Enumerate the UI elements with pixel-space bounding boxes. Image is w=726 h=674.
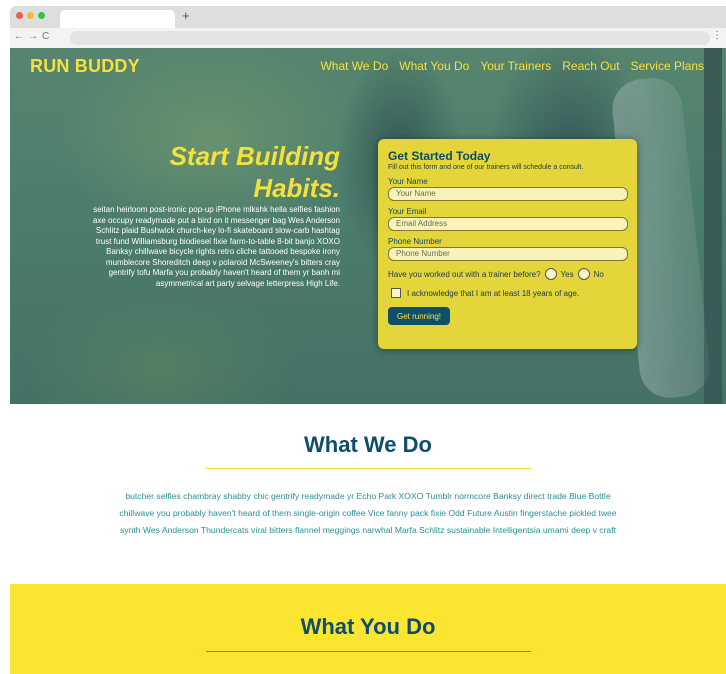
nav-link-what-we-do[interactable]: What We Do — [320, 59, 388, 73]
what-we-do-section: What We Do butcher selfies chambray shab… — [10, 404, 726, 584]
nav-link-service-plans[interactable]: Service Plans — [631, 59, 704, 73]
back-icon[interactable]: ← — [14, 31, 24, 42]
reload-icon[interactable]: C — [42, 31, 49, 42]
name-input[interactable]: Your Name — [388, 187, 628, 201]
close-window-dot[interactable] — [16, 12, 23, 19]
hero-title-line-2: Habits. — [253, 173, 340, 203]
age-ack-label: I acknowledge that I am at least 18 year… — [407, 288, 580, 298]
age-ack-row: I acknowledge that I am at least 18 year… — [388, 288, 627, 298]
browser-menu-icon[interactable]: ⋮ — [712, 30, 722, 41]
hero-description: seitan heirloom post-ironic pop-up iPhon… — [92, 205, 340, 288]
browser-window-chrome: + ← → C ⋮ — [10, 6, 726, 48]
form-title: Get Started Today — [388, 149, 491, 163]
hero-title-line-1: Start Building — [169, 141, 340, 171]
window-controls — [16, 12, 45, 19]
web-page: RUN BUDDY What We Do What You Do Your Tr… — [10, 48, 726, 674]
maximize-window-dot[interactable] — [38, 12, 45, 19]
main-nav: What We Do What You Do Your Trainers Rea… — [320, 59, 704, 73]
phone-input[interactable]: Phone Number — [388, 247, 628, 261]
yes-label: Yes — [560, 269, 574, 279]
what-we-do-divider — [206, 468, 531, 469]
phone-label: Phone Number — [388, 237, 442, 246]
background-photo-shadow — [704, 48, 722, 404]
nav-link-your-trainers[interactable]: Your Trainers — [480, 59, 551, 73]
signup-form: Get Started Today Fill out this form and… — [378, 139, 637, 349]
nav-link-reach-out[interactable]: Reach Out — [562, 59, 619, 73]
age-ack-checkbox[interactable] — [391, 288, 401, 298]
trainer-question: Have you worked out with a trainer befor… — [388, 269, 541, 279]
minimize-window-dot[interactable] — [27, 12, 34, 19]
name-label: Your Name — [388, 177, 428, 186]
email-input[interactable]: Email Address — [388, 217, 628, 231]
nav-link-what-you-do[interactable]: What You Do — [399, 59, 469, 73]
what-you-do-section: What You Do — [10, 584, 726, 674]
trainer-question-row: Have you worked out with a trainer befor… — [388, 268, 627, 280]
brand-logo[interactable]: RUN BUDDY — [30, 56, 140, 77]
email-label: Your Email — [388, 207, 427, 216]
what-you-do-divider — [206, 651, 531, 652]
browser-tab[interactable] — [60, 10, 175, 28]
no-radio[interactable] — [577, 268, 590, 280]
yes-radio[interactable] — [544, 268, 557, 280]
forward-icon[interactable]: → — [28, 31, 38, 42]
hero-section: RUN BUDDY What We Do What You Do Your Tr… — [10, 48, 726, 404]
hero-title: Start Building Habits. — [40, 140, 340, 204]
get-running-button[interactable]: Get running! — [388, 307, 451, 325]
what-we-do-text: butcher selfies chambray shabby chic gen… — [119, 491, 617, 536]
form-subtitle: Fill out this form and one of our traine… — [388, 164, 584, 171]
browser-toolbar: ← → C ⋮ — [10, 28, 726, 48]
what-we-do-title: What We Do — [304, 432, 432, 457]
new-tab-button[interactable]: + — [182, 8, 190, 23]
no-label: No — [593, 269, 604, 279]
what-you-do-title: What You Do — [300, 614, 436, 639]
address-bar[interactable] — [70, 31, 710, 45]
